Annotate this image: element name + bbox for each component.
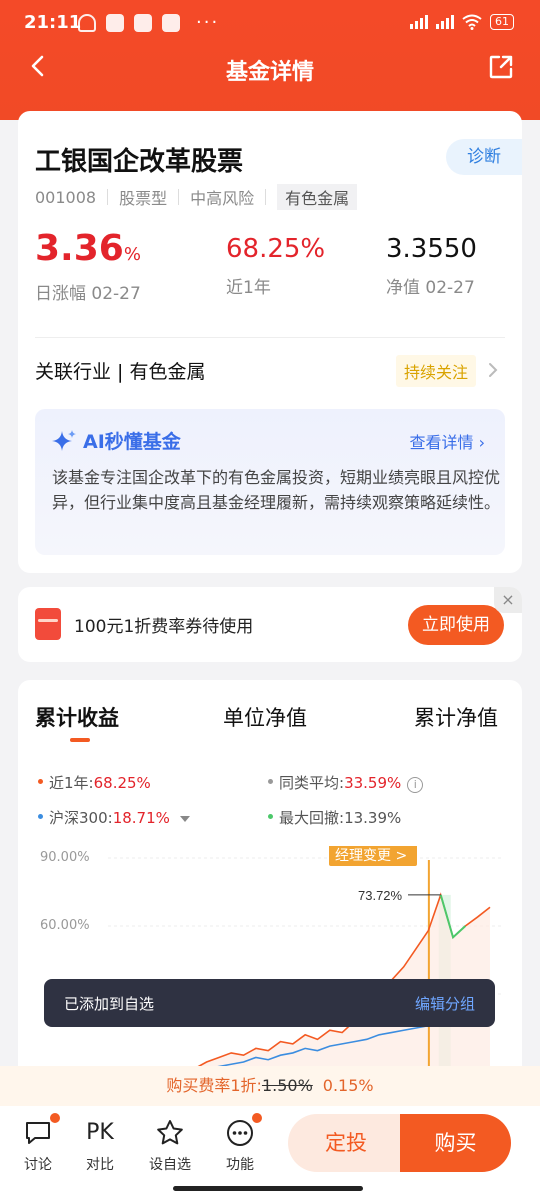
share-icon[interactable]	[488, 54, 514, 80]
legend-max-drawdown: 最大回撤:13.39%	[268, 807, 401, 828]
legend-dot	[38, 779, 43, 784]
status-bar: 21:11 ··· 61	[0, 0, 540, 46]
y-tick-label: 90.00%	[40, 850, 90, 865]
ai-view-details-link[interactable]: 查看详情 ›	[410, 429, 486, 453]
compare-button[interactable]: PK 对比	[70, 1118, 130, 1174]
chat-bubble-icon	[23, 1112, 61, 1148]
home-indicator[interactable]	[173, 1186, 363, 1191]
tab-cumulative-return[interactable]: 累计收益	[35, 702, 119, 732]
app-notification-icon	[106, 13, 124, 32]
close-icon[interactable]: ×	[494, 587, 522, 613]
info-icon[interactable]: i	[407, 777, 424, 793]
tag-divider	[178, 189, 180, 205]
buy-button[interactable]: 购买	[400, 1114, 511, 1172]
fee-label: 购买费率1折:	[166, 1076, 262, 1095]
add-watchlist-label: 设自选	[149, 1157, 191, 1173]
notification-dot	[49, 1112, 61, 1124]
one-year-metric: 68.25% 近1年	[226, 227, 325, 298]
compare-label: 对比	[86, 1157, 114, 1173]
fee-discounted: 0.15%	[322, 1076, 374, 1095]
mute-bell-icon	[78, 13, 96, 32]
chart-tabs: 累计收益 单位净值 累计净值	[18, 702, 522, 742]
app-notification-icon	[162, 13, 180, 32]
signal-icon	[436, 15, 454, 29]
active-tab-indicator	[70, 738, 90, 742]
legend-dot	[268, 814, 273, 819]
related-industry[interactable]: 关联行业 | 有色金属	[35, 357, 205, 384]
toast-added-to-watchlist: 已添加到自选 编辑分组	[44, 979, 495, 1027]
edit-group-link[interactable]: 编辑分组	[415, 993, 475, 1014]
tab-unit-nav[interactable]: 单位净值	[223, 702, 307, 732]
legend-dot	[38, 814, 43, 819]
tag-divider	[107, 189, 109, 205]
daily-change-metric: 3.36% 日涨幅 02-27	[35, 227, 141, 304]
fund-info-card: 工银国企改革股票 诊断 001008 股票型 中高风险 有色金属 3.36% 日…	[18, 111, 522, 573]
manager-change-label: 经理变更 >	[335, 848, 407, 864]
more-notifications-icon: ···	[196, 12, 220, 33]
ai-title: AI秒懂基金	[83, 431, 181, 453]
toast-text: 已添加到自选	[64, 995, 155, 1013]
chevron-right-icon[interactable]	[486, 361, 500, 379]
battery-icon: 61	[490, 14, 514, 30]
nav-label: 净值 02-27	[386, 278, 475, 298]
follow-badge[interactable]: 持续关注	[395, 355, 476, 387]
fund-type: 股票型	[119, 189, 168, 208]
one-year-label: 近1年	[226, 278, 271, 298]
page-title: 基金详情	[225, 60, 314, 85]
ai-sparkle-icon	[52, 430, 76, 451]
purchase-fee-bar: 购买费率1折:1.50% 0.15%	[0, 1066, 540, 1106]
coupon-text: 100元1折费率券待使用	[74, 617, 254, 637]
functions-label: 功能	[226, 1157, 254, 1173]
one-year-value: 68.25%	[226, 234, 326, 264]
ai-summary-panel: AI秒懂基金 查看详情 › 该基金专注国企改革下的有色金属投资，短期业绩亮眼且风…	[35, 409, 505, 555]
fund-tags: 001008 股票型 中高风险 有色金属	[35, 184, 358, 210]
fund-sector-tag: 有色金属	[277, 184, 358, 210]
use-coupon-button[interactable]: 立即使用	[408, 605, 504, 645]
y-tick-label: 60.00%	[40, 918, 90, 933]
nav-bar: 基金详情	[0, 46, 540, 90]
divider	[35, 337, 505, 338]
performance-card: 累计收益 单位净值 累计净值 近1年:68.25% 同类平均:33.59% i 沪…	[18, 680, 522, 1100]
fund-risk: 中高风险	[190, 189, 255, 208]
pk-icon: PK	[86, 1120, 114, 1145]
legend-dot	[268, 779, 273, 784]
legend-one-year: 近1年:68.25%	[38, 772, 151, 793]
notification-icons: ···	[78, 12, 219, 33]
legend-category-average: 同类平均:33.59% i	[268, 772, 424, 793]
auto-invest-button[interactable]: 定投	[288, 1114, 404, 1172]
nav-metric: 3.3550 净值 02-27	[386, 227, 477, 298]
fund-name: 工银国企改革股票	[35, 147, 244, 177]
more-functions-icon	[225, 1112, 263, 1148]
wifi-icon	[462, 14, 482, 30]
notification-dot	[251, 1112, 263, 1124]
peak-label: 73.72%	[358, 888, 403, 903]
return-chart-svg: 73.72% 经理变更 >	[107, 844, 504, 1100]
tag-divider	[265, 189, 267, 205]
red-envelope-icon	[35, 608, 61, 640]
diagnose-button[interactable]: 诊断	[446, 139, 522, 175]
dropdown-triangle-icon[interactable]	[179, 815, 190, 822]
fee-original: 1.50%	[261, 1076, 313, 1095]
status-right: 61	[410, 14, 514, 30]
daily-change-value: 3.36%	[35, 228, 141, 269]
return-chart[interactable]: 73.72% 经理变更 > 90.00% 60.00%	[18, 844, 522, 1100]
fund-code: 001008	[35, 187, 97, 207]
coupon-card: 100元1折费率券待使用 立即使用 ×	[18, 587, 522, 662]
nav-value: 3.3550	[386, 234, 477, 264]
daily-change-label: 日涨幅 02-27	[35, 284, 141, 304]
ai-summary-text: 该基金专注国企改革下的有色金属投资，短期业绩亮眼且风控优异，但行业集中度高且基金…	[52, 468, 501, 512]
discuss-label: 讨论	[24, 1157, 52, 1173]
legend-hs300[interactable]: 沪深300:18.71%	[38, 807, 190, 828]
tab-cumulative-nav[interactable]: 累计净值	[414, 702, 498, 732]
signal-icon	[410, 15, 428, 29]
status-time: 21:11	[24, 12, 82, 33]
discuss-button[interactable]: 讨论	[8, 1112, 68, 1174]
app-notification-icon	[134, 13, 152, 32]
add-watchlist-button[interactable]: 设自选	[140, 1118, 200, 1174]
functions-button[interactable]: 功能	[210, 1112, 270, 1174]
star-icon	[155, 1118, 185, 1148]
